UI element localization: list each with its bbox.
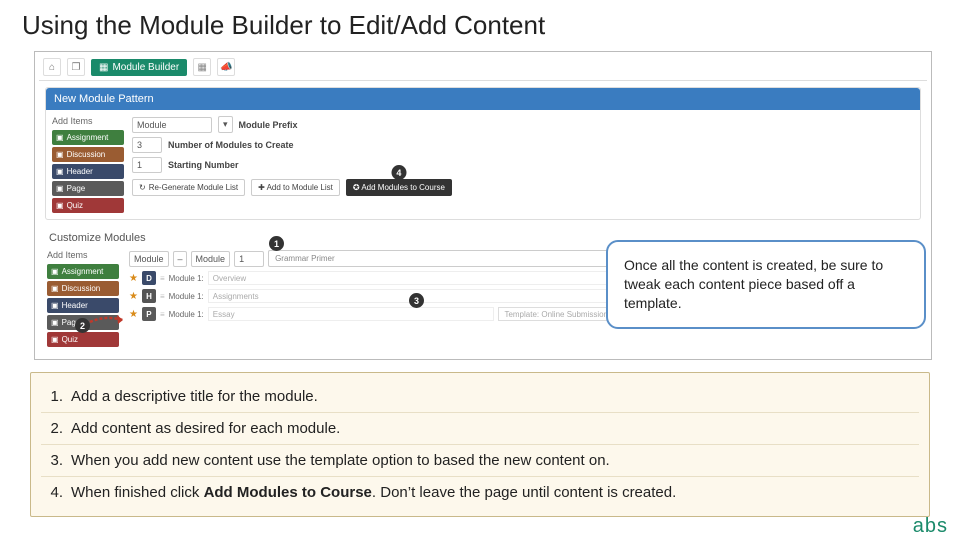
side2-assignment[interactable]: ▣Assignment [47, 264, 119, 279]
type-chip-h: H [142, 289, 156, 303]
row-mod: Module 1: [169, 292, 204, 301]
count-input[interactable]: 3 [132, 137, 162, 153]
row-template-3[interactable]: Template: Online Submission [498, 307, 614, 321]
add-course-button[interactable]: ✪ Add Modules to Course [346, 179, 452, 196]
drag-icon[interactable]: ≡ [160, 274, 165, 283]
brand-text: abs [913, 515, 948, 538]
side2-discussion[interactable]: ▣Discussion [47, 281, 119, 296]
type-chip-p: P [142, 307, 156, 321]
form-rows: Module ▾ Module Prefix 3 Number of Modul… [132, 116, 914, 213]
add-items-list: Add Items ▣Assignment ▣Discussion ▣Heade… [52, 116, 124, 213]
step-1: 1.Add a descriptive title for the module… [41, 381, 919, 413]
prefix-dropdown[interactable]: ▾ [218, 116, 233, 133]
panel-header: New Module Pattern [46, 88, 920, 110]
slide-title: Using the Module Builder to Edit/Add Con… [0, 0, 960, 49]
side-assignment[interactable]: ▣Assignment [52, 130, 124, 145]
side-page[interactable]: ▣Page [52, 181, 124, 196]
new-module-panel: New Module Pattern Add Items ▣Assignment… [45, 87, 921, 220]
star-icon[interactable]: ★ [129, 273, 138, 284]
steps-box: 1.Add a descriptive title for the module… [30, 372, 930, 517]
dash: – [173, 251, 187, 267]
start-input[interactable]: 1 [132, 157, 162, 173]
step-2: 2.Add content as desired for each module… [41, 413, 919, 445]
type-chip-d: D [142, 271, 156, 285]
drag-icon[interactable]: ≡ [160, 292, 165, 301]
row-name-3[interactable]: Essay [208, 307, 495, 321]
announce-icon[interactable]: 📣 [217, 58, 235, 76]
prefix-input[interactable]: Module [132, 117, 212, 133]
calendar-icon[interactable]: ▦ [193, 58, 211, 76]
step-3: 3.When you add new content use the templ… [41, 445, 919, 477]
star-icon[interactable]: ★ [129, 291, 138, 302]
side-header[interactable]: ▣Header [52, 164, 124, 179]
grid-icon: ▦ [99, 62, 108, 73]
step-4: 4.When finished click Add Modules to Cou… [41, 477, 919, 508]
badge-1: 1 [269, 236, 284, 251]
add-items-label: Add Items [52, 116, 124, 126]
badge-4: 4 [391, 165, 406, 180]
mod-num[interactable]: 1 [234, 251, 264, 267]
start-label: Starting Number [168, 160, 239, 170]
side-quiz[interactable]: ▣Quiz [52, 198, 124, 213]
mod-label-2[interactable]: Module [191, 251, 231, 267]
row-mod: Module 1: [169, 274, 204, 283]
home-icon[interactable]: ⌂ [43, 58, 61, 76]
arrow-2-icon [85, 310, 135, 340]
tab-bar: ⌂ ❐ ▦ Module Builder ▦ 📣 [39, 56, 927, 81]
row-mod: Module 1: [169, 310, 204, 319]
badge-3: 3 [409, 293, 424, 308]
callout-tip: Once all the content is created, be sure… [606, 240, 926, 329]
tab-module-builder[interactable]: ▦ Module Builder [91, 59, 187, 76]
tab-label: Module Builder [112, 62, 179, 73]
mod-label-1[interactable]: Module [129, 251, 169, 267]
regen-button[interactable]: ↻Re-Generate Module List [132, 179, 245, 196]
drag-icon[interactable]: ≡ [160, 310, 165, 319]
count-label: Number of Modules to Create [168, 140, 294, 150]
add-items-label-2: Add Items [47, 250, 119, 260]
prefix-label: Module Prefix [239, 120, 298, 130]
add-list-button[interactable]: ✚ Add to Module List [251, 179, 340, 196]
side-discussion[interactable]: ▣Discussion [52, 147, 124, 162]
copy-icon[interactable]: ❐ [67, 58, 85, 76]
action-buttons: ↻Re-Generate Module List ✚ Add to Module… [132, 179, 914, 196]
badge-2: 2 [75, 318, 90, 333]
